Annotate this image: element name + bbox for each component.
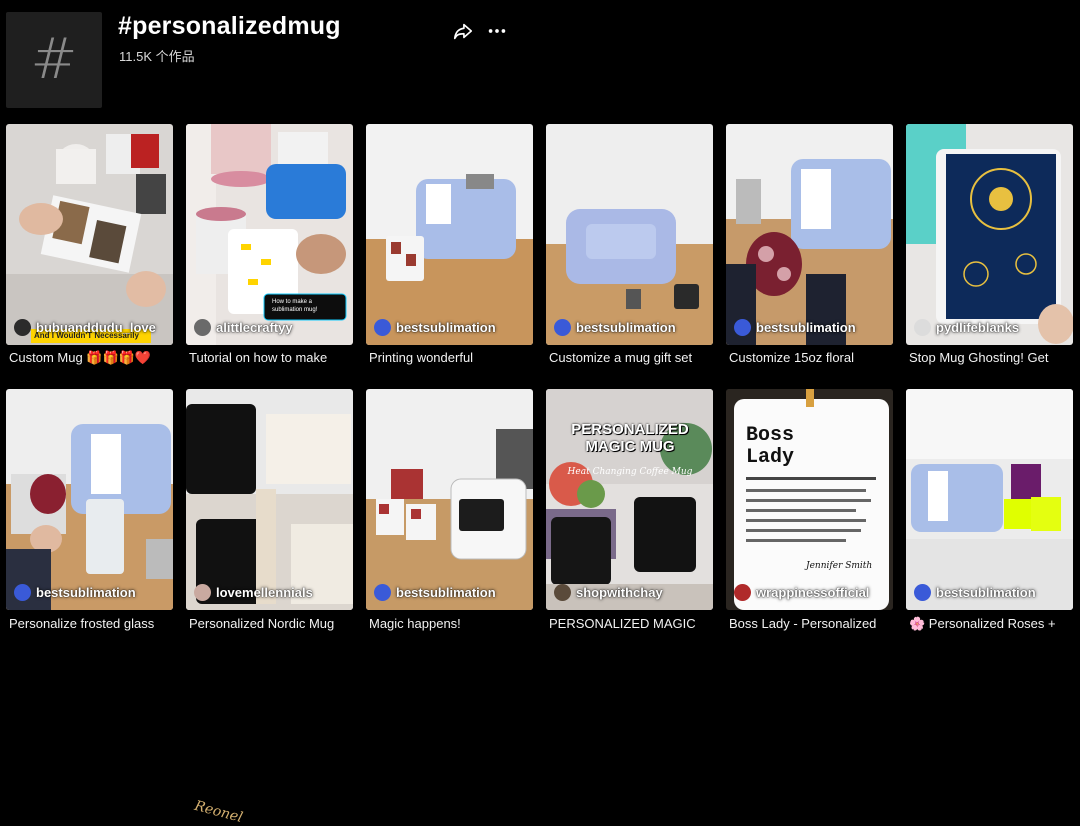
avatar xyxy=(914,318,931,336)
video-caption[interactable]: Custom Mug 🎁🎁🎁❤️ xyxy=(9,350,174,366)
video-count: 11.5K 个作品 xyxy=(119,49,195,64)
video-author[interactable]: bestsublimation xyxy=(734,317,856,337)
video-author[interactable]: wrappinessofficial xyxy=(734,582,869,602)
video-author[interactable]: bestsublimation xyxy=(554,317,676,337)
share-icon xyxy=(453,23,473,40)
video-card[interactable]: And I Wouldn'T Necessarily bubuanddudu_l… xyxy=(6,124,173,345)
more-icon xyxy=(488,29,506,33)
video-thumbnail xyxy=(906,124,1073,345)
video-caption[interactable]: Customize 15oz floral xyxy=(729,350,894,365)
author-name: lovemellennials xyxy=(216,584,313,600)
video-overlay-subtext: Heat Changing Coffee Mug xyxy=(567,467,693,477)
avatar xyxy=(194,583,211,601)
video-thumbnail xyxy=(6,124,173,345)
author-name: bestsublimation xyxy=(396,319,496,335)
video-card[interactable]: bestsublimation xyxy=(726,124,893,345)
author-name: bubuanddudu_love xyxy=(36,319,156,335)
author-name: alittlecraftyy xyxy=(216,319,293,335)
avatar xyxy=(554,318,571,336)
video-author[interactable]: shopwithchay xyxy=(554,582,663,602)
author-name: bestsublimation xyxy=(936,584,1036,600)
video-overlay-text: How to make a sublimation mug! xyxy=(272,299,318,313)
video-author[interactable]: pydlifeblanks xyxy=(914,317,1019,337)
more-options-button[interactable] xyxy=(486,20,508,42)
avatar xyxy=(374,318,391,336)
author-name: bestsublimation xyxy=(396,584,496,600)
video-card[interactable]: bestsublimation xyxy=(366,389,533,610)
video-author[interactable]: alittlecraftyy xyxy=(194,317,293,337)
video-caption[interactable]: Customize a mug gift set xyxy=(549,350,714,365)
video-overlay-text: Reonel xyxy=(192,797,245,826)
avatar xyxy=(14,318,31,336)
video-overlay-text: Boss Lady xyxy=(746,424,795,469)
video-caption[interactable]: Tutorial on how to make xyxy=(189,350,354,365)
video-author[interactable]: bestsublimation xyxy=(914,582,1036,602)
video-caption[interactable]: Boss Lady - Personalized xyxy=(729,616,894,631)
avatar xyxy=(554,583,571,601)
video-card[interactable]: PERSONALIZED MAGIC MUG Heat Changing Cof… xyxy=(546,389,713,610)
video-card[interactable]: bestsublimation xyxy=(366,124,533,345)
video-caption[interactable]: Personalize frosted glass xyxy=(9,616,174,631)
video-thumbnail xyxy=(906,389,1073,610)
video-thumbnail xyxy=(726,389,893,610)
video-thumbnail xyxy=(6,389,173,610)
video-card[interactable]: How to make a sublimation mug! alittlecr… xyxy=(186,124,353,345)
author-name: pydlifeblanks xyxy=(936,319,1020,335)
video-thumbnail xyxy=(186,389,353,610)
video-card[interactable]: Boss Lady Jennifer Smith wrappinessoffic… xyxy=(726,389,893,610)
hashtag-avatar: # xyxy=(6,12,102,108)
video-overlay-subtext: Jennifer Smith xyxy=(806,561,873,571)
video-caption[interactable]: Printing wonderful xyxy=(369,350,534,365)
video-author[interactable]: bestsublimation xyxy=(14,582,136,602)
video-thumbnail xyxy=(366,389,533,610)
video-author[interactable]: bestsublimation xyxy=(374,317,496,337)
share-button[interactable] xyxy=(452,20,474,42)
video-caption[interactable]: PERSONALIZED MAGIC xyxy=(549,616,714,631)
video-card[interactable]: bestsublimation xyxy=(6,389,173,610)
author-name: bestsublimation xyxy=(756,319,856,335)
video-caption[interactable]: Magic happens! xyxy=(369,616,534,631)
video-caption[interactable]: Stop Mug Ghosting! Get xyxy=(909,350,1074,365)
video-author[interactable]: bestsublimation xyxy=(374,582,496,602)
video-author[interactable]: lovemellennials xyxy=(194,582,313,602)
avatar xyxy=(194,318,211,336)
avatar xyxy=(914,583,931,601)
video-thumbnail xyxy=(546,124,713,345)
author-name: bestsublimation xyxy=(36,584,136,600)
avatar xyxy=(734,318,751,336)
video-caption[interactable]: Personalized Nordic Mug xyxy=(189,616,354,631)
page-title: #personalizedmug xyxy=(118,12,341,40)
author-name: wrappinessofficial xyxy=(756,584,870,600)
avatar xyxy=(734,583,751,601)
video-card[interactable]: bestsublimation xyxy=(546,124,713,345)
video-author[interactable]: bubuanddudu_love xyxy=(14,317,156,337)
avatar xyxy=(374,583,391,601)
video-thumbnail xyxy=(726,124,893,345)
video-card[interactable]: bestsublimation xyxy=(906,389,1073,610)
author-name: shopwithchay xyxy=(576,584,663,600)
avatar xyxy=(14,583,31,601)
hash-icon: # xyxy=(30,27,78,92)
video-card[interactable]: pydlifeblanks xyxy=(906,124,1073,345)
video-caption[interactable]: 🌸 Personalized Roses + xyxy=(909,616,1074,632)
video-overlay-text: PERSONALIZED MAGIC MUG xyxy=(571,421,689,455)
author-name: bestsublimation xyxy=(576,319,676,335)
video-thumbnail xyxy=(366,124,533,345)
video-card[interactable]: Reonel lovemellennials xyxy=(186,389,353,826)
